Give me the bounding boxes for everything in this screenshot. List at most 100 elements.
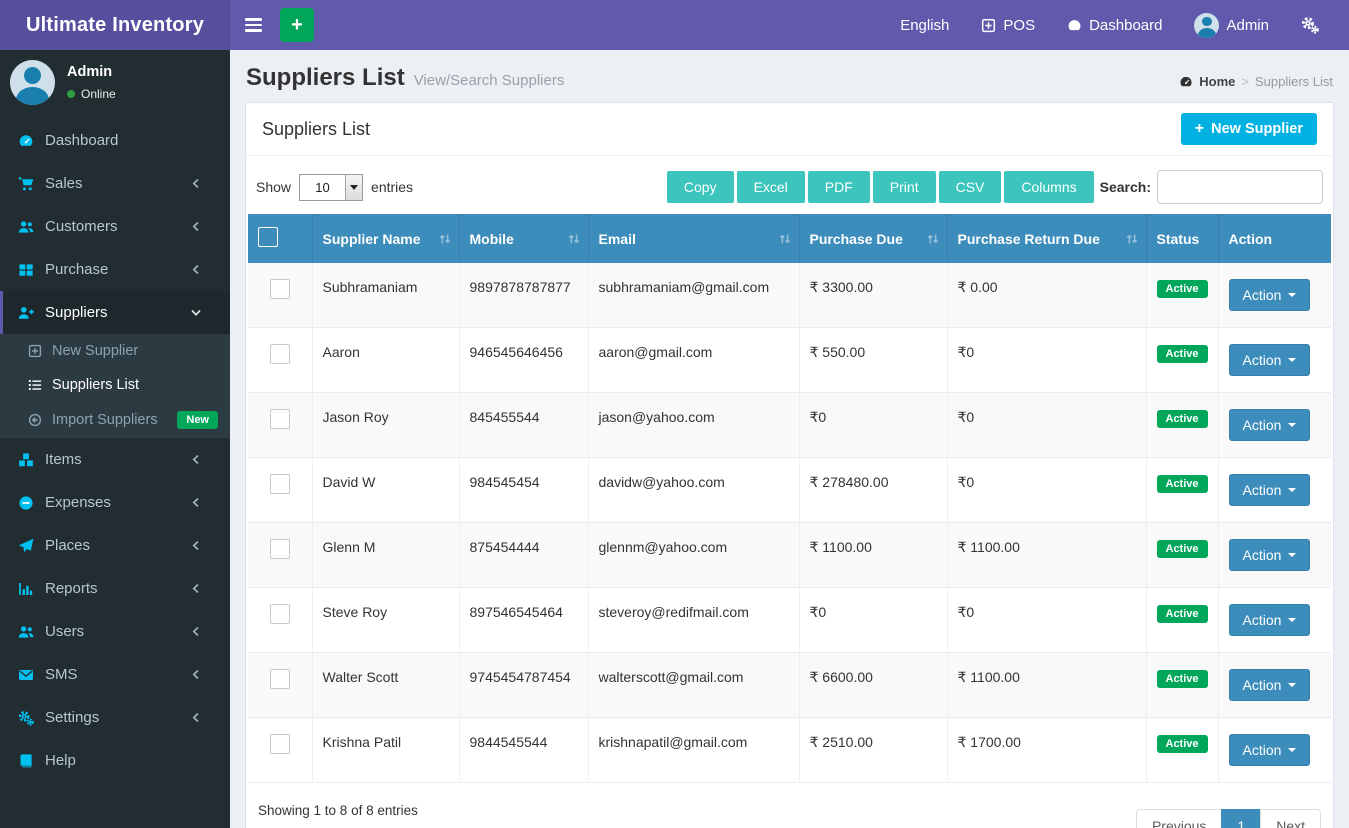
sort-icon [778,232,792,246]
purchase-due-cell: ₹ 3300.00 [799,263,948,328]
sidebar-item-users[interactable]: Users [0,610,230,653]
status-badge: Active [1156,280,1208,298]
row-checkbox[interactable] [269,539,290,559]
purchase-due-cell: ₹ 6600.00 [799,652,948,718]
csv-button[interactable]: CSV [938,171,1002,203]
grid-icon [18,262,34,278]
purchase-return-due-cell: ₹ 1100.00 [947,652,1147,718]
header-purchase-due[interactable]: Purchase Due [799,214,948,263]
sidebar-item-sms[interactable]: SMS [0,653,230,696]
purchase-due-cell: ₹ 1100.00 [799,522,948,588]
settings-menu[interactable] [1285,0,1335,50]
arrow-circle-left-icon [28,413,42,427]
suppliers-table: Supplier Name Mobile Email Purchase Due … [248,214,1331,783]
app-window: Ultimate Inventory + English POS Dashboa… [0,0,1349,828]
new-badge: New [177,411,218,429]
sidebar: Admin Online Dashboard Sales Customers P… [0,50,230,828]
page-title: Suppliers List View/Search Suppliers [246,64,565,91]
cogs-icon [18,710,34,726]
row-checkbox[interactable] [269,474,290,494]
sidebar-item-help[interactable]: Help [0,739,230,782]
speedometer-icon [18,133,34,149]
status-badge: Active [1156,410,1208,428]
entries-select[interactable]: 10 [299,173,364,201]
sidebar-item-new-supplier[interactable]: New Supplier [0,334,230,368]
email-cell: krishnapatil@gmail.com [588,717,800,783]
cogs-icon [1301,16,1319,34]
row-checkbox[interactable] [269,734,290,754]
breadcrumb-current: Suppliers List [1254,74,1333,89]
header-supplier-name[interactable]: Supplier Name [312,214,460,263]
envelope-icon [18,667,34,683]
copy-button[interactable]: Copy [666,171,734,203]
columns-button[interactable]: Columns [1004,171,1094,203]
select-all-checkbox[interactable] [258,227,278,247]
chevron-left-icon [188,712,204,723]
caret-down-icon [1288,293,1297,297]
language-menu[interactable]: English [884,0,965,50]
sidebar-toggle-icon[interactable] [230,0,276,50]
row-checkbox[interactable] [269,344,290,364]
caret-down-icon [1288,553,1297,557]
pdf-button[interactable]: PDF [807,171,870,203]
top-navbar: Ultimate Inventory + English POS Dashboa… [0,0,1349,50]
main-content: Suppliers List View/Search Suppliers Hom… [230,50,1349,828]
email-cell: walterscott@gmail.com [588,652,800,718]
header-purchase-return-due[interactable]: Purchase Return Due [947,214,1147,263]
search-input[interactable] [1157,170,1323,204]
action-dropdown-button[interactable]: Action [1228,734,1311,766]
sidebar-item-expenses[interactable]: Expenses [0,481,230,524]
row-checkbox[interactable] [269,279,290,299]
sidebar-item-import-suppliers[interactable]: Import Suppliers New [0,402,230,438]
sidebar-item-suppliers[interactable]: Suppliers [0,291,230,334]
excel-button[interactable]: Excel [736,171,805,203]
dashboard-link[interactable]: Dashboard [1051,0,1178,50]
sidebar-item-suppliers-list[interactable]: Suppliers List [0,368,230,402]
row-checkbox[interactable] [269,409,290,429]
sidebar-item-settings[interactable]: Settings [0,696,230,739]
chevron-left-icon [188,626,204,637]
user-avatar [1194,12,1220,38]
sort-icon [567,232,581,246]
action-dropdown-button[interactable]: Action [1228,604,1311,636]
new-supplier-button[interactable]: + New Supplier [1180,113,1317,145]
user-menu[interactable]: Admin [1178,0,1285,50]
select-all-header[interactable] [248,214,313,263]
action-dropdown-button[interactable]: Action [1228,344,1311,376]
next-page-button[interactable]: Next [1260,809,1321,828]
table-row: Krishna Patil 9844545544 krishnapatil@gm… [248,717,1331,783]
table-row: Subhramaniam 9897878787877 subhramaniam@… [248,263,1331,328]
action-dropdown-button[interactable]: Action [1228,539,1311,571]
purchase-due-cell: ₹0 [799,392,948,458]
page-1-button[interactable]: 1 [1221,809,1262,828]
search-control: Search: [1100,170,1323,204]
action-dropdown-button[interactable]: Action [1228,279,1311,311]
action-dropdown-button[interactable]: Action [1228,669,1311,701]
content-header: Suppliers List View/Search Suppliers Hom… [230,50,1349,100]
sidebar-item-items[interactable]: Items [0,438,230,481]
supplier-name-cell: Walter Scott [312,652,460,718]
sidebar-item-purchase[interactable]: Purchase [0,248,230,291]
pos-link[interactable]: POS [965,0,1051,50]
table-row: Steve Roy 897546545464 steveroy@redifmai… [248,587,1331,653]
row-checkbox[interactable] [269,604,290,624]
sidebar-item-dashboard[interactable]: Dashboard [0,119,230,162]
action-dropdown-button[interactable]: Action [1228,474,1311,506]
book-icon [18,753,34,769]
print-button[interactable]: Print [872,171,936,203]
header-mobile[interactable]: Mobile [459,214,589,263]
entries-length-control: Show 10 entries [256,173,413,201]
chevron-left-icon [188,264,204,275]
previous-page-button[interactable]: Previous [1135,809,1223,828]
sidebar-item-reports[interactable]: Reports [0,567,230,610]
row-checkbox[interactable] [269,669,290,689]
sidebar-item-customers[interactable]: Customers [0,205,230,248]
action-dropdown-button[interactable]: Action [1228,409,1311,441]
sort-icon [926,232,940,246]
sidebar-item-places[interactable]: Places [0,524,230,567]
quick-add-button[interactable]: + [280,8,314,42]
header-email[interactable]: Email [588,214,800,263]
breadcrumb-home-link[interactable]: Home [1199,74,1235,89]
sidebar-item-sales[interactable]: Sales [0,162,230,205]
panel-body: Show 10 entries Copy Excel PDF Print CSV… [246,156,1333,828]
